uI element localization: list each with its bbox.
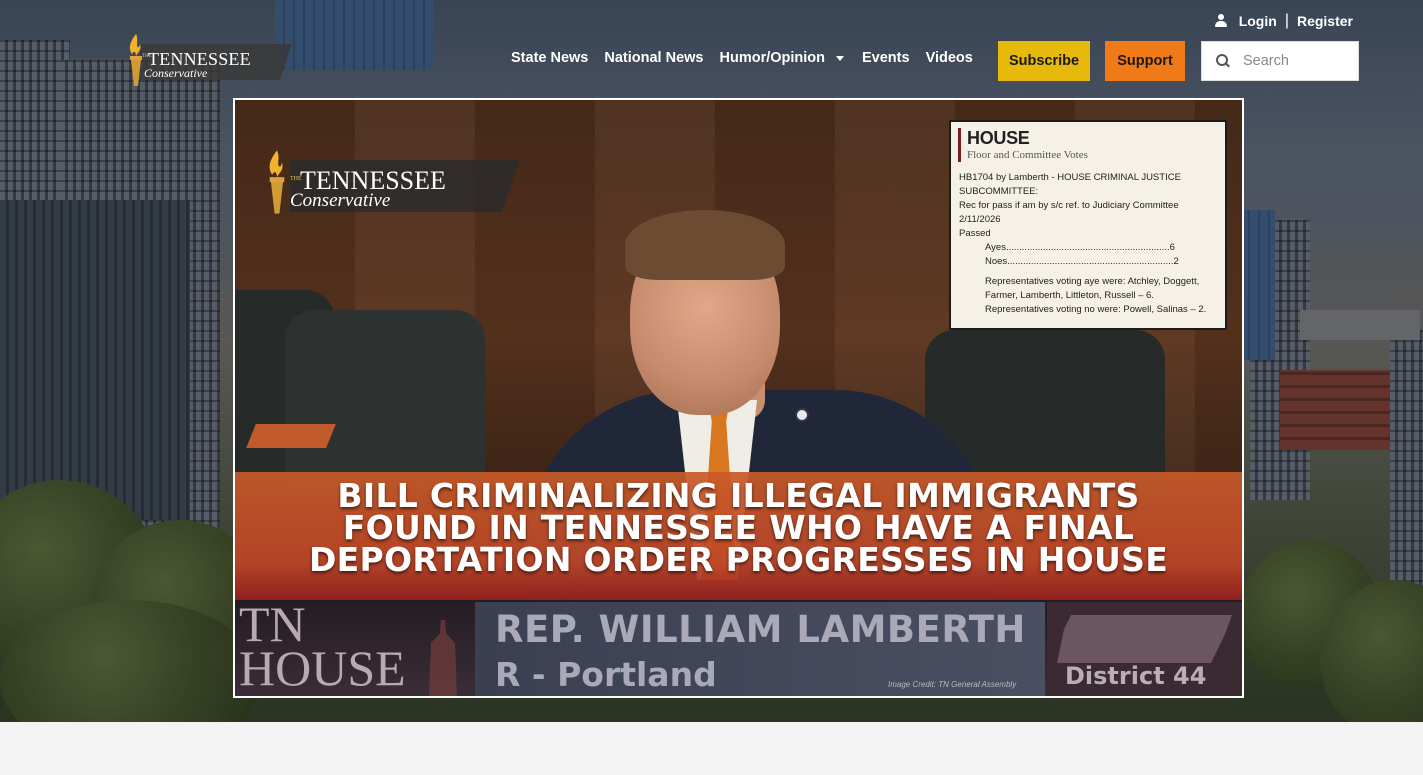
search-icon[interactable]: [1216, 54, 1230, 68]
image-credit: Image Credit: TN General Assembly: [888, 680, 1017, 689]
nav-national-news[interactable]: National News: [604, 50, 703, 66]
torch-icon: [269, 150, 285, 214]
article-headline[interactable]: BILL CRIMINALIZING ILLEGAL IMMIGRANTS FO…: [235, 479, 1242, 579]
logo-subtitle: Conservative: [144, 66, 208, 80]
vote-card: HOUSE Floor and Committee Votes HB1704 b…: [949, 120, 1227, 330]
vote-card-line: Passed: [959, 228, 991, 239]
vote-card-line: Rec for pass if am by s/c ref. to Judici…: [959, 200, 1179, 211]
search-input[interactable]: [1243, 53, 1343, 69]
search-box[interactable]: [1201, 41, 1359, 81]
nav-events[interactable]: Events: [862, 50, 910, 66]
decorative-stripe: [246, 424, 336, 448]
tennessee-map-icon: [1057, 615, 1232, 663]
house-label: HOUSE: [239, 640, 406, 696]
vote-card-title: HOUSE: [967, 128, 1030, 148]
vote-card-line: HB1704 by Lamberth - HOUSE CRIMINAL JUST…: [959, 172, 1181, 197]
chevron-down-icon[interactable]: [836, 55, 844, 61]
vote-card-line: 2/11/2026: [959, 214, 1001, 225]
image-logo: THE TENNESSEE Conservative: [260, 140, 520, 224]
district-label: District 44: [1065, 662, 1207, 690]
vote-card-no-voters: Representatives voting no were: Powell, …: [985, 304, 1207, 315]
user-icon: [1214, 14, 1227, 28]
image-logo-subtitle: Conservative: [290, 190, 391, 211]
featured-image[interactable]: THE TENNESSEE Conservative HOUSE Floor a…: [233, 98, 1244, 698]
nav-humor-opinion-label: Humor/Opinion: [719, 50, 825, 66]
rep-name: REP. WILLIAM LAMBERTH: [495, 608, 1026, 651]
rep-party: R - Portland: [495, 655, 717, 694]
login-link[interactable]: Login: [1239, 13, 1277, 29]
headline-line: DEPORTATION ORDER PROGRESSES IN HOUSE: [308, 540, 1169, 579]
nav-state-news[interactable]: State News: [511, 50, 588, 66]
main-nav: State News National News Humor/Opinion E…: [511, 50, 989, 66]
register-link[interactable]: Register: [1297, 13, 1353, 29]
nav-videos[interactable]: Videos: [926, 50, 973, 66]
lapel-pin: [795, 408, 809, 422]
tn-house-label: TN HOUSE: [239, 599, 406, 696]
subscribe-button[interactable]: Subscribe: [998, 41, 1090, 81]
auth-links: Login | Register: [1214, 12, 1353, 30]
vote-card-noes: Noes....................................…: [985, 256, 1179, 267]
nav-humor-opinion[interactable]: Humor/Opinion: [719, 50, 846, 66]
auth-separator: |: [1284, 12, 1289, 29]
support-button[interactable]: Support: [1105, 41, 1185, 81]
site-logo[interactable]: THE TENNESSEE Conservative: [122, 32, 292, 90]
vote-card-aye-voters: Representatives voting aye were: Atchley…: [985, 276, 1200, 301]
vote-card-subtitle: Floor and Committee Votes: [967, 149, 1088, 161]
vote-card-ayes: Ayes....................................…: [985, 242, 1175, 253]
